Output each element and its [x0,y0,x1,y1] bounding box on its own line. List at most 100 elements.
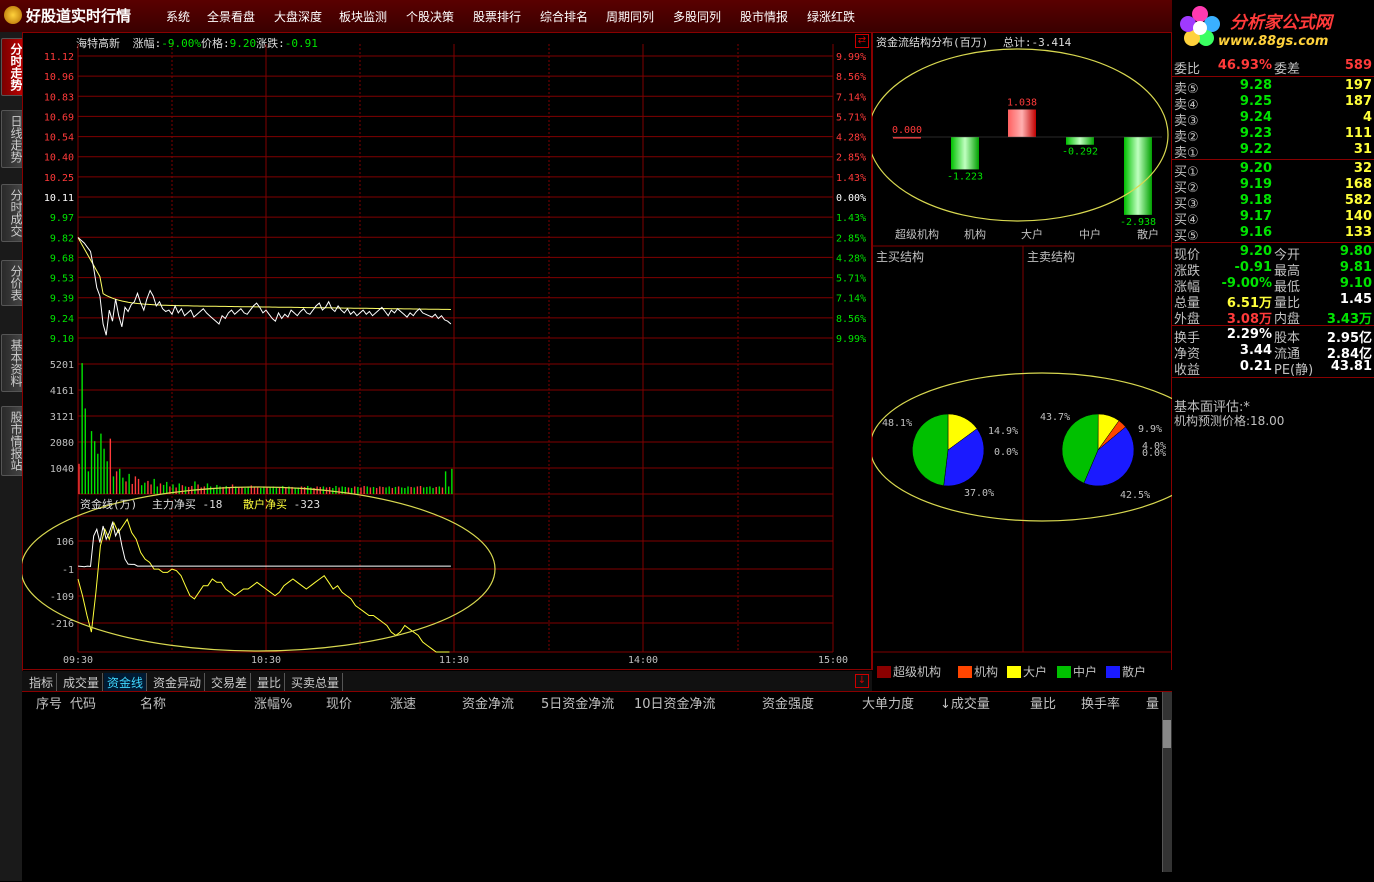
price-tick-left: 10.40 [44,153,74,164]
table-header-9[interactable]: 资金强度 [762,693,814,712]
menu-item-9[interactable]: 股市情报 [740,8,788,25]
price-tick-left: 10.11 [44,193,74,204]
pct-tick-right: 1.43% [836,173,866,184]
legend-item: 中户 [1057,663,1097,680]
quote-row: 卖⑤ 9.28 197 [1174,78,1372,97]
price-tick-left: 9.24 [50,314,74,325]
left-tab-4[interactable]: 基本资料 [1,334,23,392]
flow-bar-value: -0.292 [1062,147,1098,158]
indicator-tab-0[interactable]: 指标 [26,673,58,692]
left-tab-2[interactable]: 分时成交 [1,184,23,242]
pct-tick-right: 7.14% [836,92,866,103]
menu-item-0[interactable]: 系统 [166,8,190,25]
stat-value: 9.80 [1339,244,1372,259]
target-price-label: 机构预测价格: [1174,414,1251,428]
table-header-12[interactable]: 量比 [1030,693,1056,712]
retail-net-buy-label: 散户净买 [243,498,287,511]
table-header-6[interactable]: 资金净流 [462,693,514,712]
price-tick-left: 11.12 [44,52,74,63]
table-header-0[interactable]: 序号 [36,693,62,712]
quote-row: 净资 3.44 流通 2.84亿 [1174,343,1372,362]
left-tab-3[interactable]: 分价表 [1,260,23,306]
indicator-tab-6[interactable]: 买卖总量 [288,673,344,692]
table-header-3[interactable]: 涨幅% [254,693,292,712]
table-header-14[interactable]: 量 [1146,693,1159,712]
table-header-11[interactable]: ↓成交量 [940,693,990,712]
indicator-tab-4[interactable]: 交易差 [208,673,252,692]
left-tab-0[interactable]: 分时走势 [1,38,23,96]
stock-table [22,691,1172,882]
menu-item-5[interactable]: 股票排行 [473,8,521,25]
buy-pie-label: 14.9% [988,426,1018,437]
table-header-10[interactable]: 大单力度 [862,693,914,712]
indicator-tab-3[interactable]: 资金异动 [150,673,206,692]
quote-separator [1172,377,1374,378]
table-header-5[interactable]: 涨速 [390,693,416,712]
pct-tick-right: 7.14% [836,294,866,305]
menu-item-3[interactable]: 板块监测 [339,8,387,25]
buy-volume: 168 [1344,177,1372,192]
menu-item-4[interactable]: 个股决策 [406,8,454,25]
collapse-icon[interactable]: ↓ [855,674,869,688]
sell-pie-label: 9.9% [1138,424,1162,435]
pct-tick-right: 2.85% [836,153,866,164]
menu-item-8[interactable]: 多股同列 [673,8,721,25]
sell-pie-label: 0.0% [1142,448,1166,459]
brand-title: 分析家公式网 [1230,13,1332,33]
quote-separator [1172,159,1374,160]
price-tick-left: 10.83 [44,92,74,103]
legend-label: 大户 [1023,665,1048,679]
flow-bar [1066,137,1094,145]
fund-stat-value: 0.21 [1239,359,1272,374]
time-tick: 15:00 [818,655,848,666]
fund-tick: -216 [50,619,74,630]
indicator-tab-1[interactable]: 成交量 [60,673,104,692]
fund-stat-value: 2.29% [1226,327,1272,342]
table-header-4[interactable]: 现价 [326,693,352,712]
left-tab-5[interactable]: 股市情报站 [1,406,23,476]
quote-row: 收益 0.21 PE(静) 43.81 [1174,359,1372,378]
menu-item-1[interactable]: 全景看盘 [207,8,255,25]
flow-bar [1008,109,1036,137]
table-scroll-thumb[interactable] [1163,720,1171,748]
quote-row: 涨幅 -9.00% 最低 9.10 [1174,276,1372,295]
table-header-1[interactable]: 代码 [70,693,96,712]
stat-value: 9.10 [1339,276,1372,291]
weibi-value: 46.93% [1217,58,1272,73]
pct-tick-right: 0.00% [836,193,866,204]
table-header-7[interactable]: 5日资金净流 [541,693,614,712]
menu-item-6[interactable]: 综合排名 [540,8,588,25]
price-tick-left: 10.25 [44,173,74,184]
quote-row: 买③ 9.18 582 [1174,193,1372,212]
pct-tick-right: 9.99% [836,52,866,63]
flow-bar-label: 中户 [1079,227,1101,241]
indicator-tab-5[interactable]: 量比 [254,673,286,692]
sell-pie-label: 43.7% [1040,412,1070,423]
flow-bar-label: 机构 [964,227,986,241]
left-tab-1[interactable]: 日线走势 [1,110,23,168]
buy-price: 9.20 [1239,161,1272,176]
indicator-tab-2[interactable]: 资金线 [104,673,148,692]
quote-row: 卖① 9.22 31 [1174,142,1372,161]
legend-swatch [1106,666,1120,678]
brand-url: www.88gs.com [1218,34,1329,49]
table-header-8[interactable]: 10日资金净流 [634,693,716,712]
legend-label: 机构 [974,665,999,679]
sell-struct-title: 主卖结构 [1027,250,1076,264]
menu-item-10[interactable]: 绿涨红跌 [807,8,855,25]
main-net-buy-line [77,520,451,568]
sell-price: 9.23 [1239,126,1272,141]
table-header-2[interactable]: 名称 [140,693,166,712]
target-price-value: 18.00 [1250,414,1285,428]
sell-volume: 197 [1344,78,1372,93]
buy-pie-label: 37.0% [964,488,994,499]
sell-price: 9.24 [1239,110,1272,125]
menu-item-7[interactable]: 周期同列 [606,8,654,25]
sell-volume: 111 [1344,126,1372,141]
buy-price: 9.19 [1239,177,1272,192]
stat-value: 9.81 [1339,260,1372,275]
sell-volume: 4 [1362,110,1372,125]
table-header-13[interactable]: 换手率 [1081,693,1120,712]
buy-price: 9.18 [1239,193,1272,208]
menu-item-2[interactable]: 大盘深度 [274,8,322,25]
